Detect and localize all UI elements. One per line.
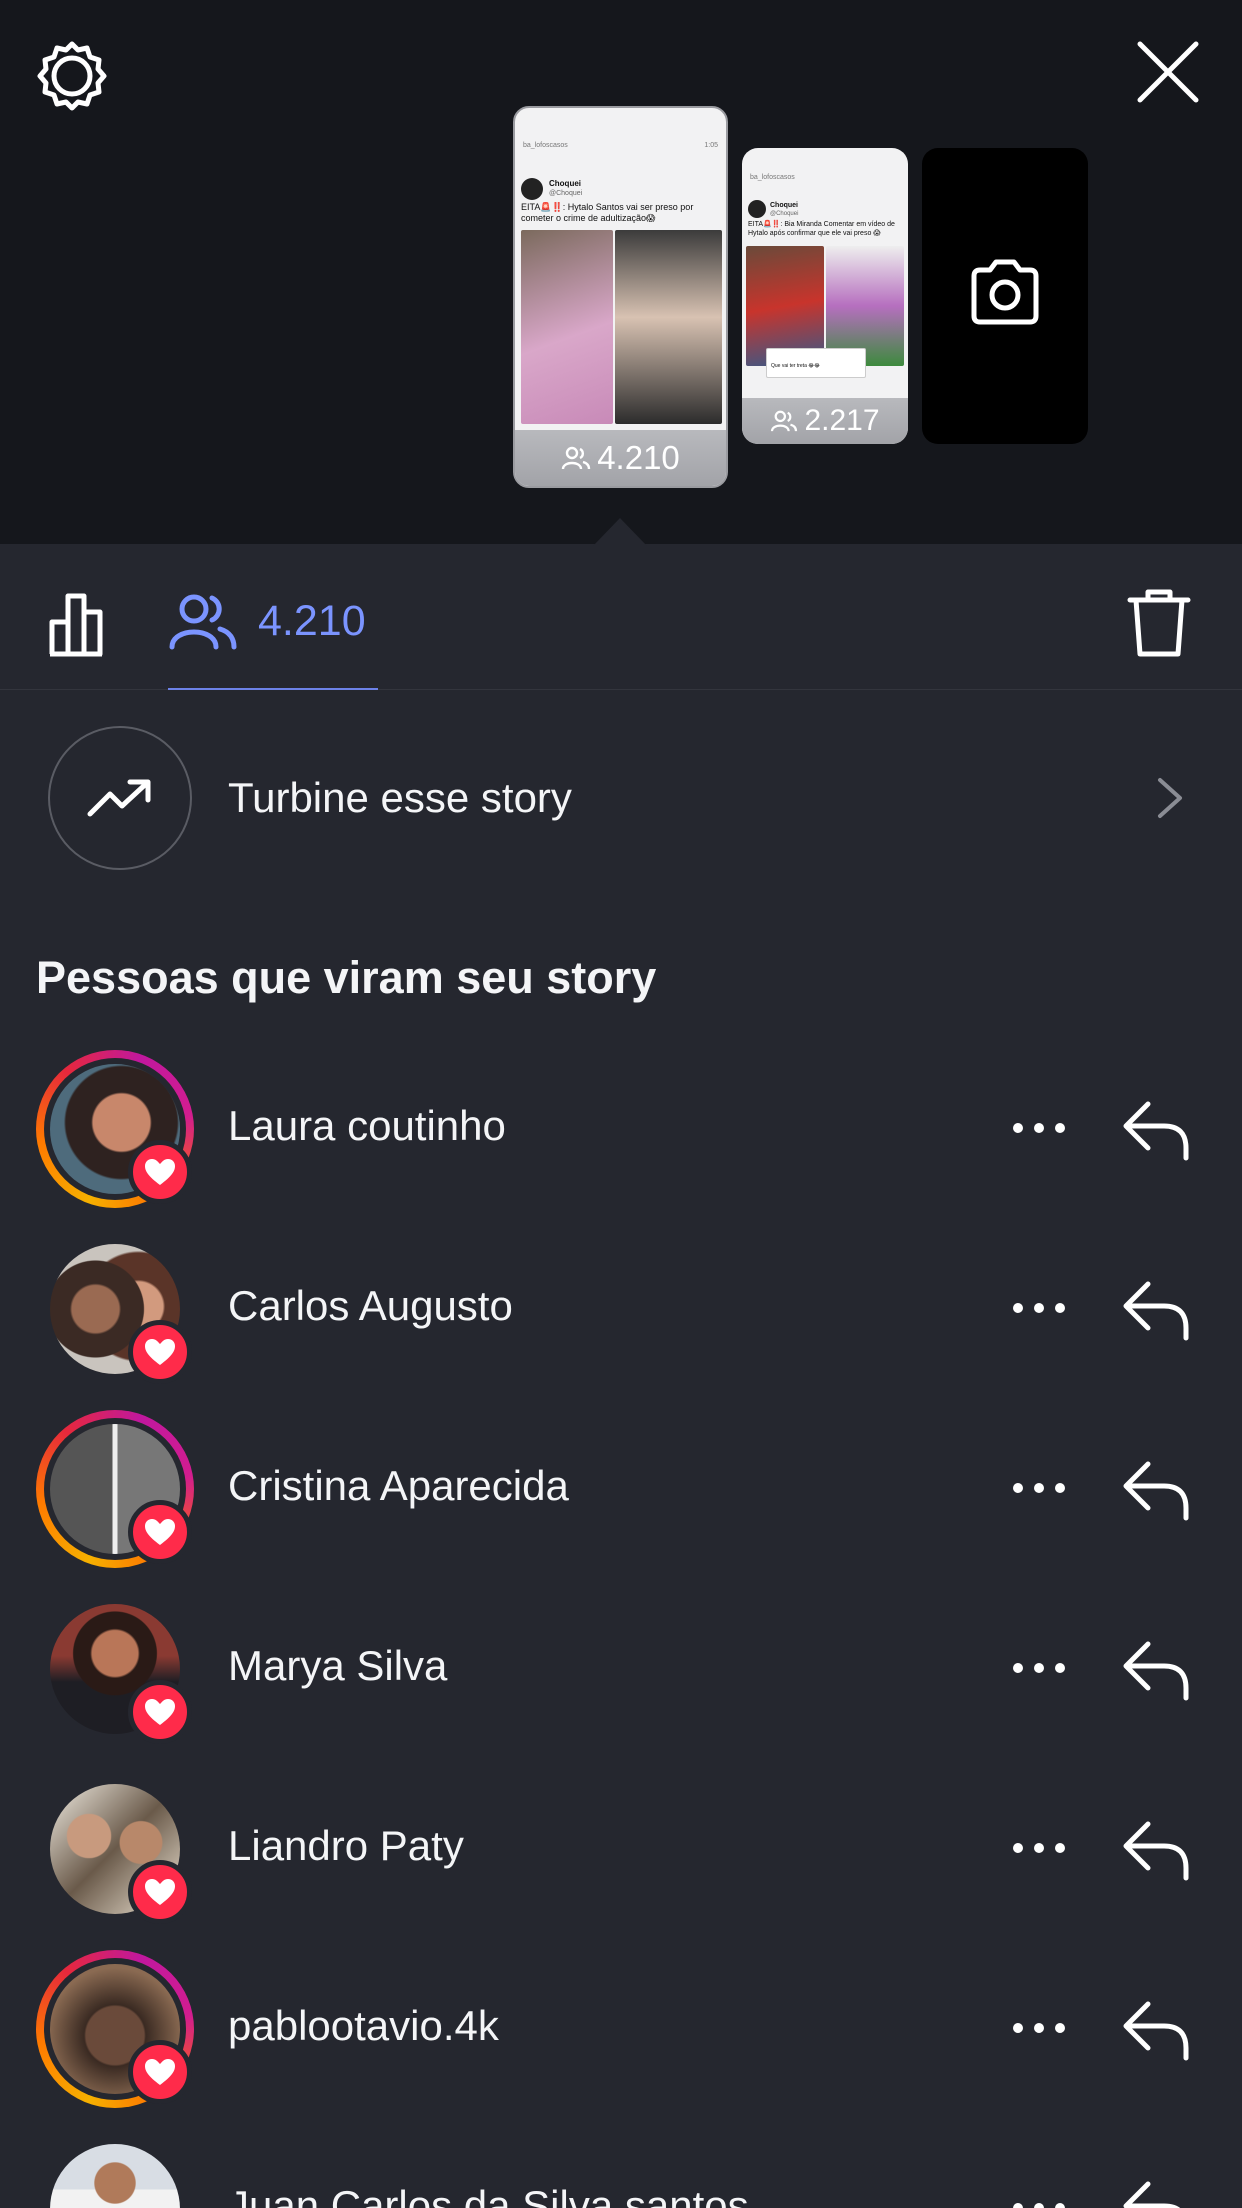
- thumb-text: EITA🚨‼️: Hytalo Santos vai ser preso por…: [521, 202, 694, 223]
- thumb-account: ba_lofoscasos: [523, 142, 568, 149]
- avatar-story-ring: [36, 1050, 194, 1208]
- reply-icon[interactable]: [1120, 1456, 1192, 1522]
- reply-icon[interactable]: [1120, 2176, 1192, 2208]
- trending-up-icon: [87, 779, 151, 817]
- boost-icon-circle: [48, 726, 192, 870]
- thumb-subhandle: @Choquei: [549, 190, 583, 197]
- viewers-list: Laura coutinho Carlos Augusto Cristina A…: [0, 1040, 1242, 2208]
- viewer-name[interactable]: Cristina Aparecida: [228, 1462, 569, 1510]
- more-options-icon[interactable]: [1010, 1290, 1068, 1326]
- boost-story-row[interactable]: Turbine esse story: [0, 690, 1242, 906]
- story-thumbnail[interactable]: ba_lofoscasos Choquei @Choquei EITA🚨‼️: …: [742, 148, 908, 444]
- thumb-comment: Que vai ter treta 😂😂: [771, 363, 820, 369]
- people-icon: [562, 446, 591, 470]
- viewer-row[interactable]: Cristina Aparecida: [0, 1400, 1242, 1580]
- thumb-avatar: [521, 178, 543, 200]
- chevron-right-icon: [1158, 778, 1182, 818]
- viewer-row[interactable]: Marya Silva: [0, 1580, 1242, 1760]
- viewer-name[interactable]: Carlos Augusto: [228, 1282, 513, 1330]
- liked-heart-icon: [128, 1320, 192, 1384]
- story-viewer-count: 4.210: [515, 430, 726, 486]
- avatar-wrap: [36, 1770, 194, 1928]
- liked-heart-icon: [128, 1140, 192, 1204]
- avatar[interactable]: [50, 2144, 180, 2208]
- people-icon: [169, 594, 237, 650]
- viewers-count: 4.210: [258, 596, 366, 645]
- more-options-icon[interactable]: [1010, 1470, 1068, 1506]
- add-story-camera-tile[interactable]: [922, 148, 1088, 444]
- avatar-wrap: [36, 1590, 194, 1748]
- avatar-wrap: [36, 1230, 194, 1388]
- thumb-account: ba_lofoscasos: [750, 174, 795, 181]
- more-options-icon[interactable]: [1010, 1110, 1068, 1146]
- liked-heart-icon: [128, 2040, 192, 2104]
- viewer-row[interactable]: Carlos Augusto: [0, 1220, 1242, 1400]
- selected-story-pointer: [593, 518, 647, 546]
- viewer-name[interactable]: Juan Carlos da Silva santos: [228, 2182, 749, 2208]
- story-tabs: 4.210: [0, 544, 1242, 690]
- story-viewer-count: 2.217: [742, 398, 908, 444]
- avatar-story-ring: [36, 1950, 194, 2108]
- viewer-name[interactable]: Liandro Paty: [228, 1822, 464, 1870]
- reply-icon[interactable]: [1120, 1276, 1192, 1342]
- thumb-comment-box: Que vai ter treta 😂😂: [766, 348, 866, 378]
- viewer-row[interactable]: pablootavio.4k: [0, 1940, 1242, 2120]
- thumb-time: 1:05: [704, 142, 718, 149]
- reply-icon[interactable]: [1120, 1996, 1192, 2062]
- viewer-row[interactable]: Liandro Paty: [0, 1760, 1242, 1940]
- camera-icon: [971, 259, 1039, 325]
- avatar-story-ring: [36, 1410, 194, 1568]
- liked-heart-icon: [128, 1500, 192, 1564]
- viewer-name[interactable]: Laura coutinho: [228, 1102, 506, 1150]
- close-icon[interactable]: [1136, 40, 1200, 104]
- trash-icon[interactable]: [1126, 586, 1192, 660]
- thumb-photo: [615, 230, 722, 424]
- bar-chart-icon[interactable]: [48, 588, 118, 658]
- people-icon: [771, 410, 798, 432]
- story-thumbnail-selected[interactable]: ba_lofoscasos 1:05 Choquei @Choquei EITA…: [513, 106, 728, 488]
- viewer-row[interactable]: Juan Carlos da Silva santos: [0, 2120, 1242, 2208]
- more-options-icon[interactable]: [1010, 2190, 1068, 2208]
- thumb-photo: [521, 230, 613, 424]
- section-title: Pessoas que viram seu story: [36, 952, 657, 1003]
- viewer-row[interactable]: Laura coutinho: [0, 1040, 1242, 1220]
- more-options-icon[interactable]: [1010, 1650, 1068, 1686]
- liked-heart-icon: [128, 1680, 192, 1744]
- reply-icon[interactable]: [1120, 1816, 1192, 1882]
- tab-viewers[interactable]: 4.210: [168, 584, 366, 658]
- thumb-avatar: [748, 200, 766, 218]
- reply-icon[interactable]: [1120, 1636, 1192, 1702]
- reply-icon[interactable]: [1120, 1096, 1192, 1162]
- story-preview-strip: ba_lofoscasos 1:05 Choquei @Choquei EITA…: [0, 0, 1242, 546]
- boost-label: Turbine esse story: [228, 774, 572, 821]
- viewer-name[interactable]: pablootavio.4k: [228, 2002, 499, 2050]
- more-options-icon[interactable]: [1010, 1830, 1068, 1866]
- avatar-wrap: [36, 2130, 194, 2208]
- thumb-text: EITA🚨‼️: Bia Miranda Comentar em vídeo d…: [748, 221, 895, 237]
- thumb-subhandle: @Choquei: [770, 211, 799, 217]
- gear-icon[interactable]: [36, 40, 108, 112]
- liked-heart-icon: [128, 1860, 192, 1924]
- viewer-name[interactable]: Marya Silva: [228, 1642, 447, 1690]
- more-options-icon[interactable]: [1010, 2010, 1068, 2046]
